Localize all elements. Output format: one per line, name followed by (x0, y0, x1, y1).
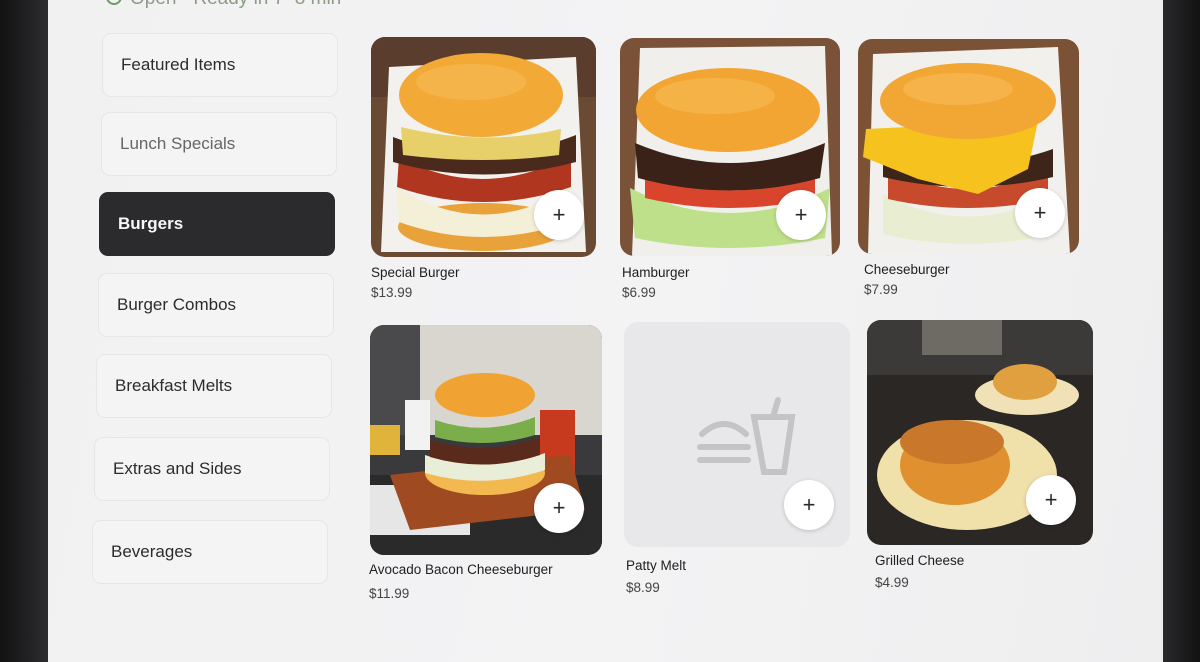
category-label: Lunch Specials (120, 134, 236, 153)
product-price: $4.99 (875, 575, 909, 590)
category-burgers[interactable]: Burgers (99, 192, 335, 256)
product-price: $13.99 (371, 285, 413, 300)
category-label: Burgers (118, 214, 184, 233)
product-name: Hamburger (622, 265, 690, 280)
product-name: Special Burger (371, 265, 460, 280)
product-name: Grilled Cheese (875, 553, 965, 568)
add-to-cart-button[interactable]: + (1026, 475, 1076, 525)
category-burger-combos[interactable]: Burger Combos (98, 273, 334, 337)
plus-icon: + (1044, 487, 1058, 512)
plus-icon: + (552, 202, 566, 227)
category-featured-items[interactable]: Featured Items (102, 33, 338, 97)
device-bezel-right (1163, 0, 1200, 662)
clock-icon (106, 0, 122, 5)
product-price: $8.99 (626, 580, 660, 595)
category-label: Breakfast Melts (115, 376, 233, 395)
product-name: Patty Melt (626, 558, 687, 573)
plus-icon: + (552, 495, 566, 520)
category-lunch-specials[interactable]: Lunch Specials (101, 112, 337, 176)
device-bezel-left (0, 0, 48, 662)
product-price: $7.99 (864, 282, 898, 297)
store-status: Open · Ready in 7–8 min (106, 0, 341, 10)
category-label: Extras and Sides (113, 459, 242, 478)
product-name: Avocado Bacon Cheeseburger (369, 562, 553, 577)
product-price: $11.99 (369, 586, 410, 601)
category-label: Featured Items (121, 55, 236, 74)
category-label: Burger Combos (117, 295, 237, 314)
add-to-cart-button[interactable]: + (534, 190, 584, 240)
add-to-cart-button[interactable]: + (1015, 188, 1065, 238)
kiosk-screen: Open · Ready in 7–8 min Featured Items L… (48, 0, 1163, 662)
store-status-text: Open · Ready in 7–8 min (130, 0, 341, 9)
product-price: $6.99 (622, 285, 656, 300)
add-to-cart-button[interactable]: + (776, 190, 826, 240)
plus-icon: + (794, 202, 808, 227)
category-label: Beverages (111, 542, 193, 561)
category-extras-and-sides[interactable]: Extras and Sides (94, 437, 330, 501)
plus-icon: + (802, 492, 816, 517)
category-breakfast-melts[interactable]: Breakfast Melts (96, 354, 332, 418)
add-to-cart-button[interactable]: + (534, 483, 584, 533)
product-name: Cheeseburger (864, 262, 950, 277)
plus-icon: + (1033, 200, 1047, 225)
category-beverages[interactable]: Beverages (92, 520, 328, 584)
add-to-cart-button[interactable]: + (784, 480, 834, 530)
